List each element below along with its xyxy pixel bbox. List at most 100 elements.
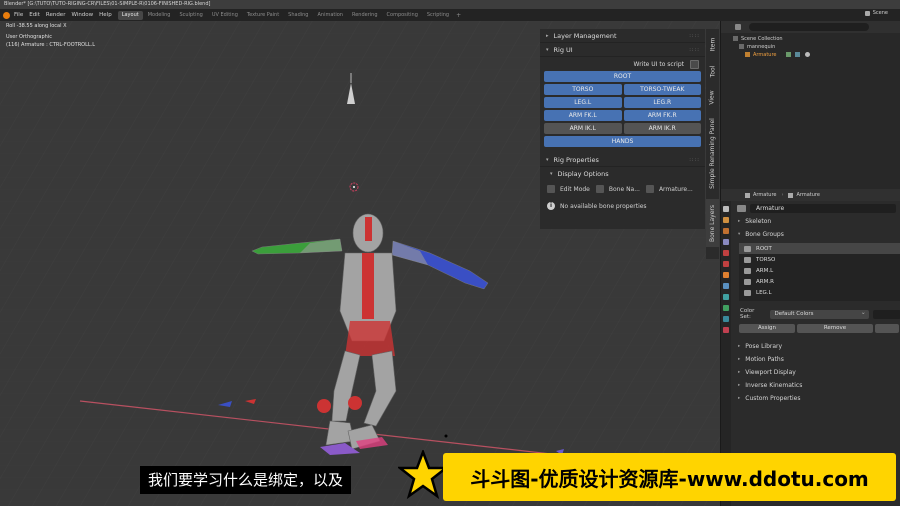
section-viewport-display[interactable]: ▸ Viewport Display — [733, 366, 900, 379]
world-icon[interactable] — [723, 261, 729, 267]
tab-tool[interactable]: Tool — [706, 59, 719, 83]
rig-layer-button-arm-fk-r[interactable]: ARM FK.R — [623, 110, 701, 121]
outliner-search-input[interactable] — [749, 23, 869, 31]
section-bone-groups[interactable]: ▾ Bone Groups — [733, 228, 900, 241]
display-options-label: Display Options — [557, 170, 609, 178]
rig-ui-header[interactable]: ▾ Rig UI :::: — [540, 43, 705, 57]
output-icon[interactable] — [723, 228, 729, 234]
modifier-icon[interactable] — [723, 283, 729, 289]
tab-shading[interactable]: Shading — [284, 11, 312, 20]
outliner: Scene Collection mannequin Armature — [720, 21, 900, 189]
armature-data-icon — [788, 192, 794, 198]
add-workspace-button[interactable]: + — [456, 12, 461, 19]
tab-modeling[interactable]: Modeling — [144, 11, 175, 20]
rig-layer-button-torso-tweak[interactable]: TORSO-TWEAK — [623, 84, 701, 95]
drag-handle-icon[interactable]: :::: — [689, 157, 700, 163]
checkbox-icon — [595, 185, 604, 193]
no-properties-label: No available bone properties — [560, 202, 647, 210]
bone-group-item[interactable]: ROOT — [739, 243, 900, 254]
eye-icon[interactable] — [805, 52, 811, 57]
chevron-right-icon: ▸ — [738, 219, 741, 224]
blender-logo-icon[interactable] — [3, 11, 10, 19]
filter-icon[interactable] — [735, 24, 741, 30]
armature-data-icon[interactable] — [737, 204, 746, 212]
deselect-button[interactable] — [875, 323, 899, 333]
bone-group-label: ROOT — [756, 245, 772, 252]
edit-mode-checkbox[interactable]: Edit Mode — [547, 185, 590, 193]
rig-layer-button-arm-fk-l[interactable]: ARM FK.L — [544, 110, 622, 121]
section-inverse-kinematics[interactable]: ▸ Inverse Kinematics — [733, 379, 900, 392]
pose-icon[interactable] — [794, 52, 800, 57]
menu-window[interactable]: Window — [71, 12, 93, 18]
bone-names-checkbox[interactable]: Bone Na... — [595, 185, 640, 193]
tab-bone-layers[interactable]: Bone Layers — [706, 199, 719, 247]
tool-icon[interactable] — [723, 206, 729, 212]
modifier-icon[interactable] — [786, 52, 792, 57]
scene-icon[interactable] — [723, 250, 729, 256]
bone-group-label: ARM.L — [756, 267, 774, 274]
section-skeleton[interactable]: ▸ Skeleton — [733, 215, 900, 228]
remove-button[interactable]: Remove — [797, 323, 873, 333]
bone-icon[interactable] — [723, 316, 729, 322]
bone-group-item[interactable]: ARM.L — [739, 265, 900, 276]
tab-sculpting[interactable]: Sculpting — [175, 11, 206, 20]
rig-layer-button-arm-ik-l[interactable]: ARM IK.L — [544, 123, 622, 134]
data-name-field[interactable]: Armature — [750, 203, 896, 213]
section-label: Bone Groups — [745, 231, 784, 238]
write-ui-button[interactable] — [690, 59, 699, 69]
bone-group-icon — [744, 256, 751, 263]
tab-animation[interactable]: Animation — [313, 11, 347, 20]
menu-file[interactable]: File — [14, 12, 23, 18]
physics-icon[interactable] — [723, 294, 729, 300]
tab-layout[interactable]: Layout — [117, 10, 143, 20]
bone-constraint-icon[interactable] — [723, 327, 729, 333]
chevron-down-icon: ▾ — [546, 46, 549, 53]
section-motion-paths[interactable]: ▸ Motion Paths — [733, 353, 900, 366]
tab-scripting[interactable]: Scripting — [423, 11, 453, 20]
outliner-row-scene-collection[interactable]: Scene Collection — [733, 35, 900, 43]
rig-layer-button-leg-r[interactable]: LEG.R — [623, 97, 701, 108]
section-custom-properties[interactable]: ▸ Custom Properties — [733, 392, 900, 405]
tab-uv-editing[interactable]: UV Editing — [208, 11, 242, 20]
scene-selector[interactable]: Scene — [864, 10, 888, 16]
display-options-header[interactable]: ▾ Display Options — [540, 167, 705, 181]
section-pose-library[interactable]: ▸ Pose Library — [733, 340, 900, 353]
object-data-icon[interactable] — [723, 305, 729, 311]
object-icon[interactable] — [723, 272, 729, 278]
menu-help[interactable]: Help — [99, 12, 112, 18]
outliner-row-armature[interactable]: Armature — [733, 51, 900, 59]
rig-layer-button-root[interactable]: ROOT — [544, 71, 701, 82]
layer-management-header[interactable]: ▸ Layer Management :::: — [540, 29, 705, 43]
tab-rendering[interactable]: Rendering — [348, 11, 382, 20]
bone-group-item[interactable]: ARM.R — [739, 276, 900, 287]
menu-render[interactable]: Render — [46, 12, 66, 18]
bone-group-item[interactable]: TORSO — [739, 254, 900, 265]
tab-view[interactable]: View — [706, 85, 719, 109]
rig-layer-button-torso[interactable]: TORSO — [544, 84, 622, 95]
view-layer-icon[interactable] — [723, 239, 729, 245]
menu-edit[interactable]: Edit — [29, 12, 40, 18]
rig-properties-header[interactable]: ▾ Rig Properties :::: — [540, 153, 705, 167]
render-icon[interactable] — [723, 217, 729, 223]
tab-texture-paint[interactable]: Texture Paint — [243, 11, 283, 20]
armature-checkbox[interactable]: Armature... — [645, 185, 693, 193]
tab-view-label: View — [709, 89, 716, 105]
tab-item[interactable]: Item — [706, 31, 719, 57]
outliner-row-label: Scene Collection — [741, 36, 783, 42]
checkbox-icon — [547, 185, 555, 193]
assign-button[interactable]: Assign — [739, 323, 795, 333]
tab-compositing[interactable]: Compositing — [383, 11, 422, 20]
bone-group-item[interactable]: LEG.L — [739, 287, 900, 298]
section-label: Custom Properties — [745, 395, 801, 402]
color-set-select[interactable]: Default Colors — [770, 308, 869, 319]
color-swatch[interactable] — [872, 309, 900, 319]
drag-handle-icon[interactable]: :::: — [689, 47, 700, 53]
rig-layer-button-arm-ik-r[interactable]: ARM IK.R — [623, 123, 701, 134]
tab-simple-renaming-panel[interactable]: Simple Renaming Panel — [706, 111, 719, 195]
drag-handle-icon[interactable]: :::: — [689, 33, 700, 39]
outliner-row-mannequin[interactable]: mannequin — [733, 43, 900, 51]
rig-layer-button-leg-l[interactable]: LEG.L — [544, 97, 622, 108]
assign-remove-row: Assign Remove — [733, 322, 900, 334]
rig-layer-button-hands[interactable]: HANDS — [544, 136, 701, 147]
armature-icon — [745, 192, 750, 198]
